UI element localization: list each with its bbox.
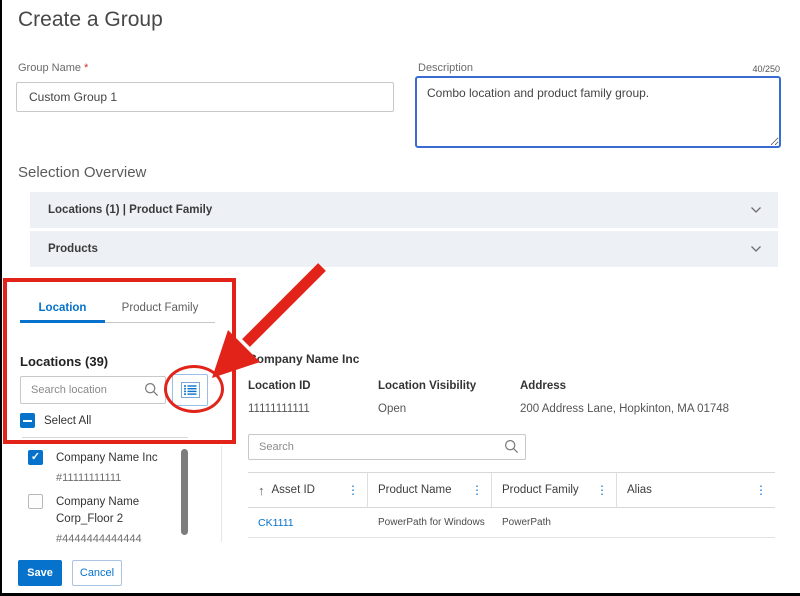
detail-field-address: Address 200 Address Lane, Hopkinton, MA … [520,380,729,415]
detail-field-location-id: Location ID 11111111111 [248,380,311,415]
tab-location[interactable]: Location [20,296,105,323]
list-item[interactable]: Company Name Corp_Floor 2 #4444444444444 [28,494,174,542]
location-id: #4444444444444 [56,533,174,542]
column-header-alias[interactable]: Alias ⋮ [617,473,775,507]
save-button[interactable]: Save [18,560,62,586]
indeterminate-checkbox-icon [20,413,35,428]
scrollbar-thumb[interactable] [181,449,188,535]
table-row: CK1111 PowerPath for Windows PowerPath [248,508,775,538]
list-view-icon [181,382,200,398]
company-name: Company Name Inc [248,352,359,366]
selector-tabs: Location Product Family [20,296,215,323]
location-name: Company Name Corp_Floor 2 [56,494,174,528]
checked-checkbox-icon: ✓ [28,450,43,465]
required-asterisk: * [84,62,88,74]
accordion-products[interactable]: Products [30,231,778,267]
list-view-button[interactable] [172,374,208,406]
kebab-menu-icon[interactable]: ⋮ [471,483,483,497]
group-name-input[interactable] [16,82,394,112]
asset-search-input[interactable] [248,434,526,460]
cancel-button[interactable]: Cancel [72,560,122,586]
description-label: Description [418,62,473,74]
description-textarea[interactable]: Combo location and product family group. [415,76,781,148]
location-list: ✓ Company Name Inc #11111111111 Company … [18,446,222,542]
list-item[interactable]: ✓ Company Name Inc #11111111111 [28,450,174,484]
location-name: Company Name Inc [56,450,174,467]
assets-table: ↑ Asset ID ⋮ Product Name ⋮ Product Fami… [248,472,775,538]
asset-search [248,434,526,460]
location-search [20,376,166,404]
page-title: Create a Group [18,8,163,32]
kebab-menu-icon[interactable]: ⋮ [347,483,359,497]
search-icon [504,439,519,454]
kebab-menu-icon[interactable]: ⋮ [755,483,767,497]
table-header-row: ↑ Asset ID ⋮ Product Name ⋮ Product Fami… [248,472,775,508]
sort-ascending-icon[interactable]: ↑ [258,483,265,498]
detail-field-visibility: Location Visibility Open [378,380,476,415]
asset-id-link[interactable]: CK1111 [248,517,368,529]
product-family-cell: PowerPath [492,517,617,528]
accordion-locations-product-family[interactable]: Locations (1) | Product Family [30,192,778,228]
tab-product-family[interactable]: Product Family [105,296,215,323]
character-counter: 40/250 [690,64,780,74]
group-name-label: Group Name * [18,62,88,74]
location-id: #11111111111 [56,472,174,484]
screenshot-frame-left [0,0,2,596]
selection-overview-title: Selection Overview [18,164,146,181]
unchecked-checkbox-icon [28,494,43,509]
search-icon [144,382,159,397]
chevron-down-icon [750,243,762,255]
chevron-down-icon [750,204,762,216]
kebab-menu-icon[interactable]: ⋮ [596,483,608,497]
column-header-product-name[interactable]: Product Name ⋮ [368,473,492,507]
create-group-dialog: Create a Group Group Name * Description … [0,0,800,596]
column-header-product-family[interactable]: Product Family ⋮ [492,473,617,507]
select-all-checkbox[interactable]: Select All [20,413,91,428]
column-header-asset-id[interactable]: ↑ Asset ID ⋮ [248,473,368,507]
locations-count-heading: Locations (39) [20,354,108,369]
divider [22,437,188,438]
product-name-cell: PowerPath for Windows [368,517,492,528]
